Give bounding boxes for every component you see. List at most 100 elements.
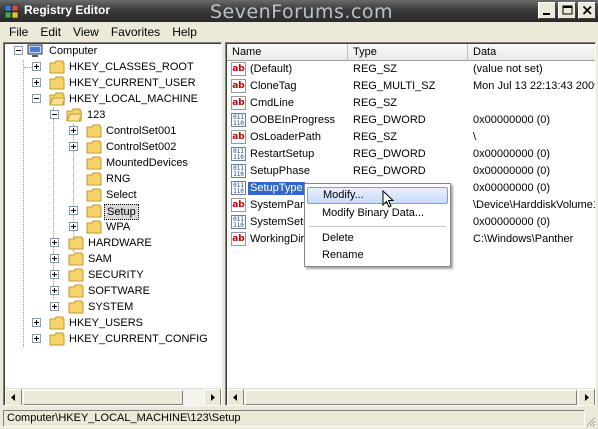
expand-icon[interactable] — [50, 238, 59, 247]
menu-item-rename[interactable]: Rename — [307, 247, 448, 264]
menu-file[interactable]: File — [4, 22, 35, 42]
scroll-right-button[interactable] — [578, 389, 595, 405]
tree-item-controlset002[interactable]: ControlSet002 — [4, 139, 219, 155]
value-row-osloaderpath[interactable]: ab OsLoaderPath REG_SZ \ — [227, 129, 595, 146]
tree-item-computer[interactable]: Computer — [4, 43, 219, 59]
close-button[interactable] — [578, 2, 596, 19]
menu-item-delete[interactable]: Delete — [307, 230, 448, 247]
folder-icon — [86, 124, 102, 138]
tree-item-software[interactable]: SOFTWARE — [4, 283, 219, 299]
expand-icon[interactable] — [69, 222, 78, 231]
tree-item-hkey-classes-root[interactable]: HKEY_CLASSES_ROOT — [4, 59, 219, 75]
list-horizontal-scrollbar[interactable] — [227, 388, 595, 405]
expand-icon[interactable] — [32, 318, 41, 327]
expand-icon[interactable] — [50, 302, 59, 311]
column-header-type[interactable]: Type — [348, 44, 468, 61]
list-header: Name Type Data — [227, 44, 595, 61]
value-row-default[interactable]: ab (Default) REG_SZ (value not set) — [227, 61, 595, 78]
tree-item-system[interactable]: SYSTEM — [4, 299, 219, 315]
menu-separator — [309, 226, 446, 227]
collapse-icon[interactable] — [32, 94, 41, 103]
menu-item-modify-binary-data[interactable]: Modify Binary Data... — [307, 205, 448, 222]
menu-favorites[interactable]: Favorites — [106, 22, 167, 42]
menu-bar: File Edit View Favorites Help — [0, 22, 598, 42]
tree-horizontal-scrollbar[interactable] — [5, 388, 221, 405]
value-name: SystemPart — [250, 199, 307, 211]
menu-item-modify[interactable]: Modify... — [307, 187, 448, 204]
folder-icon — [49, 76, 65, 90]
folder-icon — [86, 204, 102, 218]
collapse-icon[interactable] — [50, 110, 59, 119]
arrow-right-icon — [211, 394, 215, 401]
tree-item-rng[interactable]: RNG — [4, 171, 219, 187]
expand-icon[interactable] — [69, 206, 78, 215]
tree-item-hkey-users[interactable]: HKEY_USERS — [4, 315, 219, 331]
value-row-oobeinprogress[interactable]: 011 110 OOBEInProgress REG_DWORD 0x000000… — [227, 112, 595, 129]
value-data: C:\Windows\Panther — [473, 233, 574, 245]
menu-help[interactable]: Help — [167, 22, 204, 42]
scroll-right-button[interactable] — [204, 389, 221, 405]
value-row-clonetag[interactable]: ab CloneTag REG_MULTI_SZ Mon Jul 13 22:1… — [227, 78, 595, 95]
expand-icon[interactable] — [32, 62, 41, 71]
tree-item-security[interactable]: SECURITY — [4, 267, 219, 283]
column-header-name[interactable]: Name — [227, 44, 348, 61]
tree-item-mounteddevices[interactable]: MountedDevices — [4, 155, 219, 171]
string-value-icon: ab — [231, 79, 246, 93]
expand-icon[interactable] — [50, 286, 59, 295]
tree-item-controlset001[interactable]: ControlSet001 — [4, 123, 219, 139]
value-type: REG_SZ — [353, 97, 398, 109]
menu-edit[interactable]: Edit — [35, 22, 68, 42]
folder-icon — [68, 284, 84, 298]
binary-value-icon: 011 110 — [231, 215, 246, 229]
folder-icon — [49, 316, 65, 330]
tree-item-hkey-local-machine[interactable]: HKEY_LOCAL_MACHINE — [4, 91, 219, 107]
registry-tree[interactable]: Computer HKEY_CLASSES_ROOT HKEY_CURRENT_… — [3, 42, 222, 406]
tree-item-setup[interactable]: Setup — [4, 203, 219, 220]
value-name: OsLoaderPath — [250, 131, 321, 143]
tree-label: 123 — [87, 109, 106, 121]
maximize-icon — [562, 5, 573, 15]
value-data: 0x00000000 (0) — [473, 114, 551, 126]
context-menu: Modify... Modify Binary Data... Delete R… — [304, 183, 451, 267]
expand-icon[interactable] — [69, 126, 78, 135]
column-header-data[interactable]: Data — [468, 44, 595, 61]
expand-icon[interactable] — [32, 78, 41, 87]
expand-icon[interactable] — [69, 142, 78, 151]
binary-value-icon: 011 110 — [231, 113, 246, 127]
expand-icon[interactable] — [50, 270, 59, 279]
value-row-cmdline[interactable]: ab CmdLine REG_SZ — [227, 95, 595, 112]
value-name: SetupPhase — [250, 165, 310, 177]
binary-value-icon: 011 110 — [231, 147, 246, 161]
tree-item-hkey-current-config[interactable]: HKEY_CURRENT_CONFIG — [4, 331, 219, 347]
title-bar[interactable]: Registry Editor SevenForums.com — [0, 0, 598, 23]
collapse-icon[interactable] — [14, 46, 23, 55]
scroll-thumb[interactable] — [245, 390, 577, 405]
tree-item-wpa[interactable]: WPA — [4, 219, 219, 235]
tree-label: HKEY_USERS — [69, 317, 143, 329]
expand-icon[interactable] — [32, 334, 41, 343]
tree-label: SAM — [88, 253, 112, 265]
value-name: CloneTag — [250, 80, 297, 92]
maximize-button[interactable] — [558, 2, 576, 19]
tree-label-selected: Setup — [104, 204, 139, 220]
menu-view[interactable]: View — [68, 22, 106, 42]
folder-icon — [86, 172, 102, 186]
registry-editor-icon — [4, 4, 19, 19]
tree-item-sam[interactable]: SAM — [4, 251, 219, 267]
value-row-setupphase[interactable]: 011 110 SetupPhase REG_DWORD 0x00000000 (… — [227, 163, 595, 180]
value-data: 0x00000000 (0) — [473, 182, 551, 194]
tree-item-123[interactable]: 123 — [4, 107, 219, 123]
tree-label: WPA — [106, 221, 131, 233]
expand-icon[interactable] — [50, 254, 59, 263]
scroll-left-button[interactable] — [5, 389, 22, 405]
resize-grip-icon[interactable] — [584, 415, 596, 427]
minimize-button[interactable] — [538, 2, 556, 19]
tree-item-hardware[interactable]: HARDWARE — [4, 235, 219, 251]
value-row-restartsetup[interactable]: 011 110 RestartSetup REG_DWORD 0x00000000… — [227, 146, 595, 163]
folder-icon — [49, 332, 65, 346]
scroll-left-button[interactable] — [227, 389, 244, 405]
tree-item-select[interactable]: Select — [4, 187, 219, 203]
tree-label: SYSTEM — [88, 301, 134, 313]
tree-item-hkey-current-user[interactable]: HKEY_CURRENT_USER — [4, 75, 219, 91]
scroll-thumb[interactable] — [23, 390, 183, 405]
